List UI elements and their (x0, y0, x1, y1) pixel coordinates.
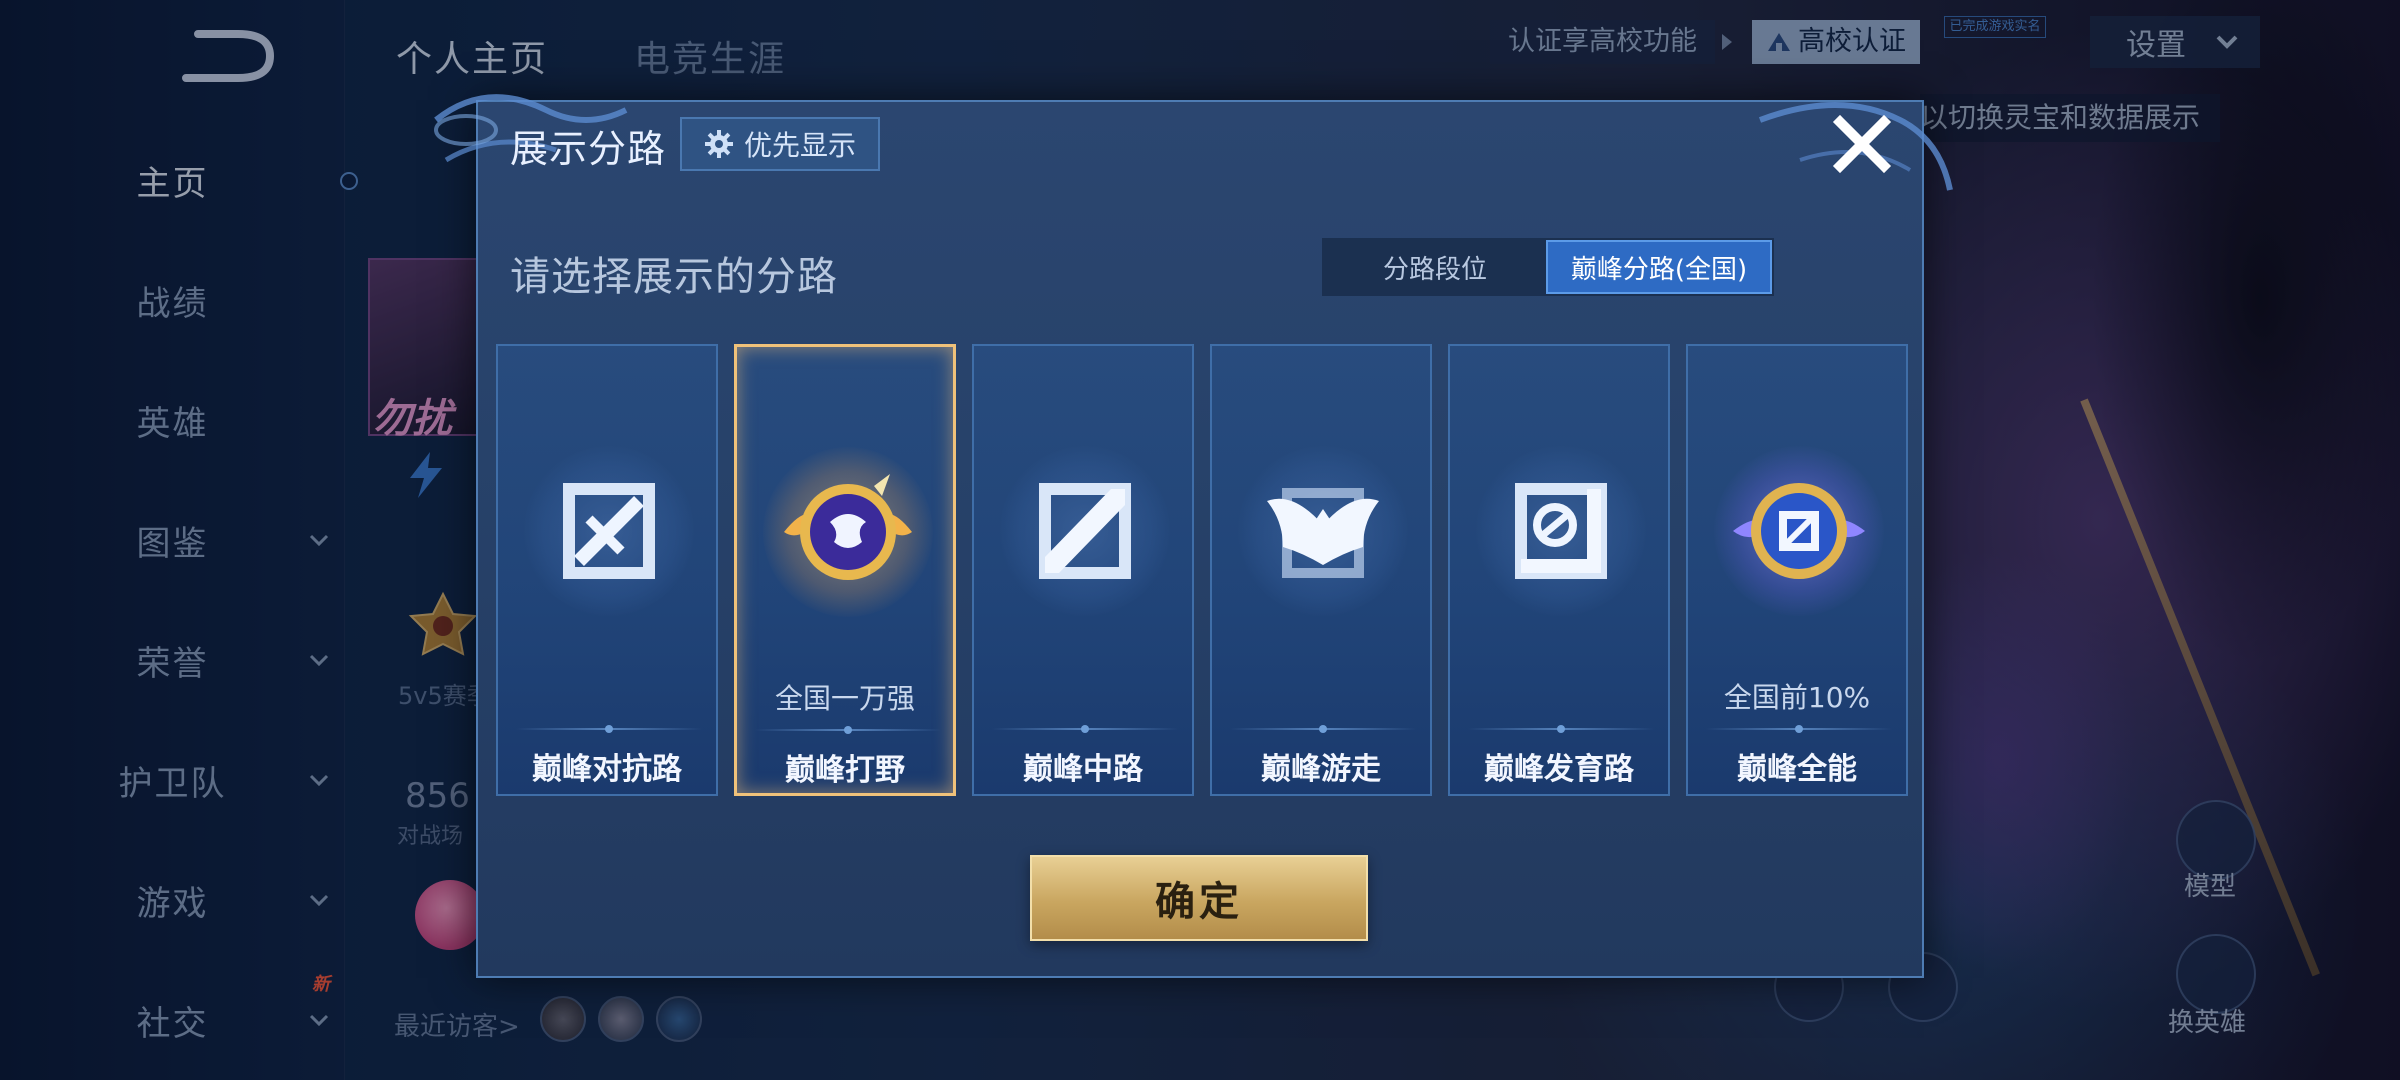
lane-name: 巅峰发育路 (1484, 752, 1634, 787)
gear-icon (704, 130, 733, 158)
farm-lane-icon (1515, 483, 1607, 579)
lane-card[interactable]: 巅峰游走 (1210, 344, 1432, 796)
clash-lane-icon (563, 483, 655, 579)
tab-lane-rank[interactable]: 分路段位 (1324, 240, 1546, 294)
lane-name: 巅峰中路 (1023, 752, 1143, 787)
lane-name: 巅峰对抗路 (532, 752, 682, 787)
lane-rank: 全国前10% (1723, 681, 1871, 714)
divider (992, 725, 1178, 733)
lane-card[interactable]: 巅峰对抗路 (496, 344, 718, 796)
divider (1706, 725, 1892, 733)
lane-card[interactable]: 全国前10% 巅峰全能 (1686, 344, 1908, 796)
all-round-emblem-icon (1733, 483, 1865, 579)
lane-rank: 全国一万强 (774, 682, 915, 715)
lane-mode-toggle: 分路段位 巅峰分路(全国) (1322, 238, 1774, 296)
jungle-dragon-emblem-icon (784, 474, 912, 580)
lane-name: 巅峰全能 (1737, 752, 1857, 787)
lane-card[interactable]: 巅峰发育路 (1448, 344, 1670, 796)
divider (1230, 725, 1416, 733)
lane-card-selected[interactable]: 全国一万强 巅峰打野 (734, 344, 956, 796)
divider (1468, 725, 1654, 733)
priority-display-label: 优先显示 (743, 129, 856, 162)
lane-card-list: 巅峰对抗路 全国一万强 巅峰打野 巅峰中路 巅峰游走 巅峰发育路 全国前10% … (496, 344, 1908, 798)
confirm-button[interactable]: 确定 (1030, 855, 1368, 941)
tab-peak-lane-national[interactable]: 巅峰分路(全国) (1546, 240, 1772, 294)
dialog-title: 展示分路 (510, 127, 667, 171)
close-icon[interactable] (1830, 112, 1894, 176)
divider (755, 726, 941, 734)
mid-lane-icon (1039, 483, 1131, 579)
lane-name: 巅峰打野 (785, 753, 905, 788)
divider (516, 725, 702, 733)
priority-display-button[interactable]: 优先显示 (680, 117, 880, 171)
lane-card[interactable]: 巅峰中路 (972, 344, 1194, 796)
select-lane-prompt: 请选择展示的分路 (510, 254, 838, 300)
roam-wings-icon (1267, 488, 1379, 578)
lane-name: 巅峰游走 (1261, 752, 1381, 787)
